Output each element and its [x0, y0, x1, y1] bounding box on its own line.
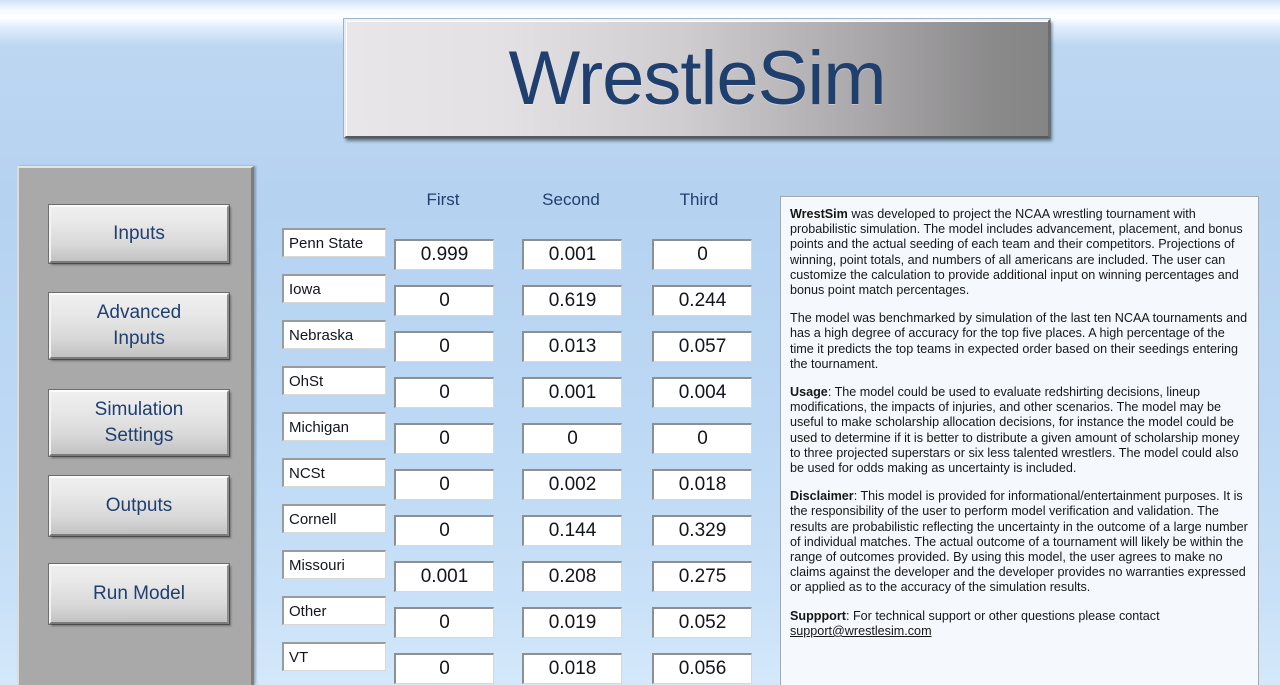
- description-paragraph-benchmark: The model was benchmarked by simulation …: [790, 311, 1248, 371]
- team-name-field[interactable]: Cornell: [282, 504, 386, 533]
- sidebar-item-outputs[interactable]: Outputs: [49, 476, 229, 536]
- probability-field[interactable]: 0.052: [652, 607, 752, 638]
- column-header-third: Third: [679, 190, 719, 209]
- probability-field[interactable]: 0: [394, 607, 494, 638]
- table-row: OhSt 0 0.001 0.004: [262, 366, 768, 412]
- support-body: : For technical support or other questio…: [845, 608, 1160, 623]
- probability-field[interactable]: 0.056: [652, 653, 752, 684]
- table-row: Nebraska 0 0.013 0.057: [262, 320, 768, 366]
- table-row: Iowa 0 0.619 0.244: [262, 274, 768, 320]
- app-title: WrestleSim: [508, 35, 886, 121]
- results-table: First Second Third Penn State 0.999 0.001 0…: [262, 166, 768, 685]
- probability-field[interactable]: 0.018: [522, 653, 622, 684]
- team-name-field[interactable]: Nebraska: [282, 320, 386, 349]
- probability-field[interactable]: 0: [394, 377, 494, 408]
- probability-field[interactable]: 0: [394, 653, 494, 684]
- description-panel: WrestSim was developed to project the NC…: [780, 196, 1259, 685]
- team-name-field[interactable]: Missouri: [282, 550, 386, 579]
- sidebar-item-advanced-inputs[interactable]: Advanced Inputs: [49, 293, 229, 359]
- table-row: Cornell 0 0.144 0.329: [262, 504, 768, 550]
- probability-field[interactable]: 0.004: [652, 377, 752, 408]
- overview-body: was developed to project the NCAA wrestl…: [790, 207, 1243, 298]
- probability-field[interactable]: 0: [652, 423, 752, 454]
- overview-lead-bold: WrestSim: [790, 207, 848, 221]
- sidebar-item-label: Outputs: [105, 495, 173, 517]
- team-name-field[interactable]: Michigan: [282, 412, 386, 441]
- table-row: Penn State 0.999 0.001 0: [262, 228, 768, 274]
- table-column-headers: First Second Third: [262, 190, 768, 216]
- sidebar-item-label: Run Model: [93, 583, 185, 605]
- probability-field[interactable]: 0.999: [394, 239, 494, 270]
- usage-body: : The model could be used to evaluate re…: [790, 385, 1240, 476]
- description-paragraph-overview: WrestSim was developed to project the NC…: [790, 207, 1248, 298]
- probability-field[interactable]: 0: [394, 423, 494, 454]
- table-row: Other 0 0.019 0.052: [262, 596, 768, 642]
- description-paragraph-usage: Usage: The model could be used to evalua…: [790, 385, 1248, 476]
- sidebar-item-label: Advanced Inputs: [96, 302, 182, 349]
- table-row: Michigan 0 0 0: [262, 412, 768, 458]
- probability-field[interactable]: 0.001: [522, 377, 622, 408]
- table-row: NCSt 0 0.002 0.018: [262, 458, 768, 504]
- sidebar-item-label: Inputs: [113, 223, 165, 245]
- probability-field[interactable]: 0: [394, 285, 494, 316]
- disclaimer-body: : This model is provided for information…: [790, 489, 1248, 595]
- probability-field[interactable]: 0.275: [652, 561, 752, 592]
- team-name-field[interactable]: OhSt: [282, 366, 386, 395]
- sidebar-item-simulation-settings[interactable]: Simulation Settings: [49, 390, 229, 456]
- probability-field[interactable]: 0.057: [652, 331, 752, 362]
- probability-field[interactable]: 0.018: [652, 469, 752, 500]
- probability-field[interactable]: 0: [394, 515, 494, 546]
- probability-field[interactable]: 0: [522, 423, 622, 454]
- probability-field[interactable]: 0: [394, 331, 494, 362]
- probability-field[interactable]: 0.208: [522, 561, 622, 592]
- team-name-field[interactable]: Iowa: [282, 274, 386, 303]
- team-name-field[interactable]: VT: [282, 642, 386, 671]
- probability-field[interactable]: 0.329: [652, 515, 752, 546]
- sidebar-item-run-model[interactable]: Run Model: [49, 564, 229, 624]
- support-lead-bold: Suppport: [790, 608, 846, 623]
- usage-lead-bold: Usage: [790, 385, 828, 400]
- probability-field[interactable]: 0: [394, 469, 494, 500]
- sidebar-panel: Inputs Advanced Inputs Simulation Settings…: [17, 166, 254, 685]
- probability-field[interactable]: 0.619: [522, 285, 622, 316]
- description-paragraph-support: Suppport: For technical support or other…: [790, 609, 1248, 639]
- column-header-second: Second: [542, 190, 600, 209]
- probability-field[interactable]: 0.002: [522, 469, 622, 500]
- team-name-field[interactable]: NCSt: [282, 458, 386, 487]
- team-name-field[interactable]: Penn State: [282, 228, 386, 257]
- probability-field[interactable]: 0.013: [522, 331, 622, 362]
- sidebar-item-label: Simulation Settings: [94, 399, 184, 446]
- app-title-banner: WrestleSim: [344, 19, 1050, 138]
- probability-field[interactable]: 0: [652, 239, 752, 270]
- table-row: VT 0 0.018 0.056: [262, 642, 768, 685]
- description-paragraph-disclaimer: Disclaimer: This model is provided for i…: [790, 489, 1248, 595]
- probability-field[interactable]: 0.244: [652, 285, 752, 316]
- support-email-link[interactable]: support@wrestlesim.com: [790, 624, 932, 638]
- probability-field[interactable]: 0.019: [522, 607, 622, 638]
- column-header-first: First: [426, 190, 460, 209]
- disclaimer-lead-bold: Disclaimer: [790, 489, 854, 504]
- probability-field[interactable]: 0.001: [394, 561, 494, 592]
- team-name-field[interactable]: Other: [282, 596, 386, 625]
- probability-field[interactable]: 0.001: [522, 239, 622, 270]
- probability-field[interactable]: 0.144: [522, 515, 622, 546]
- table-row: Missouri 0.001 0.208 0.275: [262, 550, 768, 596]
- sidebar-item-inputs[interactable]: Inputs: [49, 205, 229, 263]
